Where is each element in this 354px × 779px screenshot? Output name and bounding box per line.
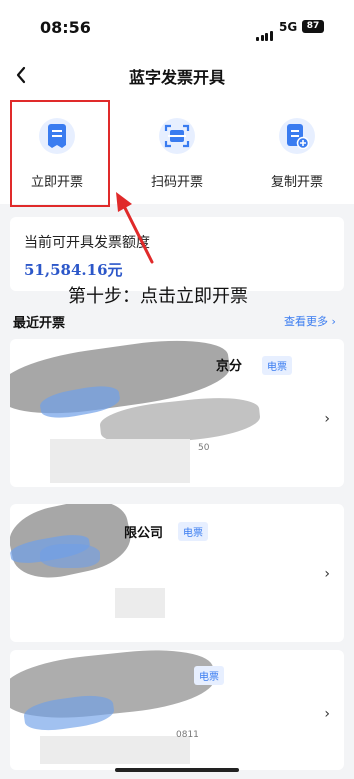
quota-value: 51,584.16元 <box>24 261 123 279</box>
quota-card: 当前可开具发票额度 51,584.16元 <box>10 217 344 291</box>
recent-section-title: 最近开票 <box>13 316 66 331</box>
redaction-block <box>40 736 190 764</box>
nav-bar: 蓝字发票开具 <box>0 52 354 98</box>
invoice-detail-text: 50 <box>198 443 210 453</box>
e-invoice-tag: 电票 <box>262 356 292 375</box>
copy-invoice-button[interactable]: 复制开票 <box>252 118 342 190</box>
copy-invoice-label: 复制开票 <box>270 175 323 190</box>
invoice-buyer-name: 限公司 <box>124 526 164 541</box>
e-invoice-tag: 电票 <box>194 666 224 685</box>
tutorial-highlight-box <box>10 100 110 207</box>
invoice-buyer-name: 京分 <box>216 359 243 374</box>
status-time: 08:56 <box>40 18 91 37</box>
page-title: 蓝字发票开具 <box>128 68 225 87</box>
signal-icon <box>256 22 274 41</box>
chevron-right-icon: › <box>324 566 330 582</box>
chevron-right-icon: › <box>324 411 330 427</box>
recent-invoice-card[interactable]: 电票 › 0811 <box>10 650 344 770</box>
recent-invoice-card[interactable]: 限公司 电票 › <box>10 504 344 642</box>
redaction-block <box>115 588 165 618</box>
scan-icon <box>159 118 195 154</box>
tutorial-arrow-icon <box>116 192 154 264</box>
invoice-detail-text: 0811 <box>176 730 199 740</box>
copy-invoice-icon <box>279 118 315 154</box>
view-more-link[interactable]: 查看更多 › <box>284 313 336 329</box>
battery-icon: 87 <box>302 20 324 33</box>
redaction-block <box>50 439 190 483</box>
chevron-right-icon: › <box>324 706 330 722</box>
tutorial-annotation: 第十步：点击立即开票 <box>68 286 248 307</box>
recent-invoice-card[interactable]: 京分 电票 › 50 <box>10 339 344 487</box>
redaction-scribble <box>40 544 100 568</box>
network-type: 5G <box>279 20 298 34</box>
e-invoice-tag: 电票 <box>178 522 208 541</box>
scan-invoice-button[interactable]: 扫码开票 <box>132 118 222 190</box>
home-indicator <box>115 768 239 772</box>
status-bar: 08:56 5G 87 <box>0 0 354 52</box>
